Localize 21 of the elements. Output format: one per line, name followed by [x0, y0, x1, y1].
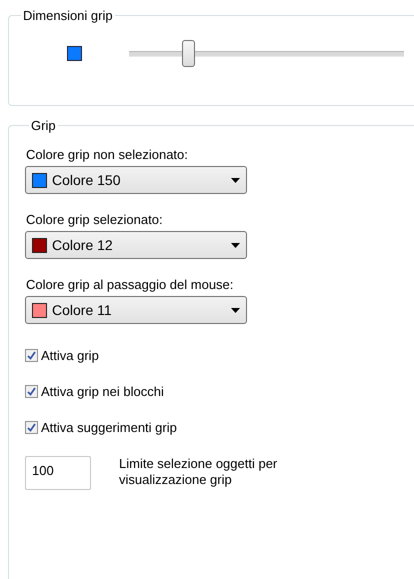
color-dropdown[interactable]: Colore 12: [25, 231, 247, 259]
group-title: Dimensioni grip: [22, 8, 114, 23]
limit-label: Limite selezione oggetti per visualizzazione grip: [119, 456, 278, 489]
size-slider[interactable]: [126, 40, 407, 66]
checkbox-label: Attiva suggerimenti grip: [41, 420, 177, 435]
caret-icon: [231, 178, 240, 182]
dropdown-label: Colore grip non selezionato:: [26, 147, 189, 162]
input-field[interactable]: 100: [25, 456, 91, 490]
color-dropdown[interactable]: Colore 150: [25, 166, 247, 194]
color-dropdown[interactable]: Colore 11: [25, 296, 247, 324]
caret-icon: [231, 308, 240, 312]
caret-icon: [231, 242, 240, 248]
checkbox[interactable]: [25, 421, 38, 434]
checkbox[interactable]: [25, 385, 38, 398]
dropdown-label: Colore grip selezionato:: [26, 212, 164, 227]
checkbox-label: Attiva grip nei blocchi: [41, 384, 164, 399]
slider-thumb[interactable]: [182, 40, 196, 66]
group-title: Grip: [30, 118, 57, 133]
checkbox-label: Attiva grip: [41, 348, 99, 363]
checkbox[interactable]: [25, 349, 38, 362]
dropdown-label: Colore grip al passaggio del mouse:: [26, 277, 234, 292]
